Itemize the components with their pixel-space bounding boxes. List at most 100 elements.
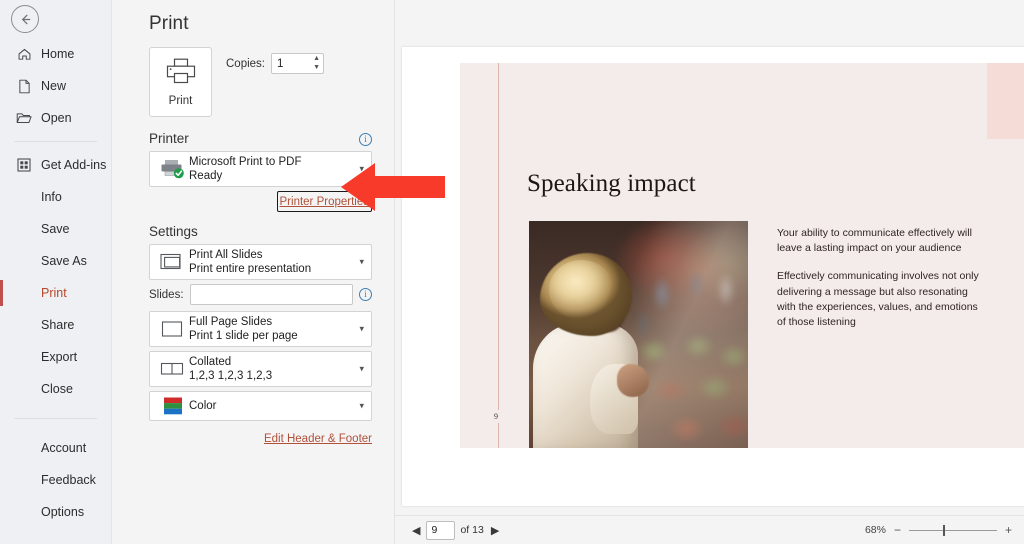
photo-composite [529,221,748,448]
sidebar-item-home[interactable]: Home [0,38,111,70]
print-settings-pane: Print Print Copies: ▲ [112,0,394,544]
slides-input[interactable] [190,285,352,305]
edit-header-footer-link[interactable]: Edit Header & Footer [264,433,372,445]
page-layout-text: Full Page Slides Print 1 slide per page [189,316,298,342]
next-page-icon[interactable]: ▶ [488,524,502,537]
page-count-label: of 13 [460,524,484,536]
preview-status-bar: ◀ of 13 ▶ 68% − + [395,515,1024,544]
sidebar-item-close[interactable]: Close [0,373,111,405]
print-range-text: Print All Slides Print entire presentati… [189,249,311,275]
printer-properties-focus-box: Printer Properties [276,191,372,212]
printer-heading-text: Printer [149,131,189,146]
sidebar-item-open[interactable]: Open [0,102,111,134]
all-slides-icon [157,252,189,273]
sidebar-divider-2 [14,418,97,419]
sidebar-item-options[interactable]: Options [0,496,111,528]
printer-select[interactable]: Microsoft Print to PDF Ready ▾ [149,151,372,187]
full-page-icon [157,319,189,340]
slide-paragraph: Effectively communicating involves not o… [777,270,979,329]
copies-spinner-arrows[interactable]: ▲ ▼ [313,55,320,72]
slide-vertical-rule [498,63,499,448]
print-range-primary: Print All Slides [189,249,263,261]
preview-page: 9 Speaking impact Your ability to commun… [402,47,1024,506]
spinner-down-icon[interactable]: ▼ [313,64,320,72]
collation-secondary: 1,2,3 1,2,3 1,2,3 [189,370,273,382]
chevron-down-icon[interactable]: ▾ [359,401,364,412]
printer-status: Ready [189,170,223,182]
sidebar-item-save[interactable]: Save [0,213,111,245]
previous-page-icon[interactable]: ◀ [409,524,423,537]
printer-name: Microsoft Print to PDF [189,156,302,168]
settings-heading-text: Settings [149,224,198,239]
sidebar-item-label: Share [41,318,75,332]
sidebar-item-label: Options [41,505,85,519]
zoom-level-label: 68% [864,524,886,536]
page-layout-select[interactable]: Full Page Slides Print 1 slide per page … [149,311,372,347]
sidebar-nav-top: Home New Open Get Add-ins Info Save Save… [0,0,111,528]
sidebar-item-print[interactable]: Print [0,277,111,309]
sidebar-item-save-as[interactable]: Save As [0,245,111,277]
printer-properties-link[interactable]: Printer Properties [280,196,369,208]
folder-icon [16,110,32,126]
slide-title: Speaking impact [527,170,696,197]
zoom-control: 68% − + [865,524,1012,536]
backstage-sidebar: Home New Open Get Add-ins Info Save Save… [0,0,112,544]
slides-range-row: Slides: i [149,284,372,305]
header-footer-row: Edit Header & Footer [149,429,372,447]
chevron-down-icon[interactable]: ▾ [359,257,364,268]
back-arrow-icon[interactable] [11,5,39,33]
color-mode-select[interactable]: Color ▾ [149,391,372,421]
sidebar-item-label: Feedback [41,473,96,487]
sidebar-item-account[interactable]: Account [0,432,111,464]
collation-select[interactable]: Collated 1,2,3 1,2,3 1,2,3 ▾ [149,351,372,387]
page-title: Print [149,13,189,34]
copies-control: Copies: ▲ ▼ [226,47,324,74]
addins-icon [16,157,32,173]
print-button[interactable]: Print [149,47,212,117]
chevron-down-icon[interactable]: ▾ [359,164,364,175]
print-range-secondary: Print entire presentation [189,263,312,275]
sidebar-item-feedback[interactable]: Feedback [0,464,111,496]
sidebar-item-new[interactable]: New [0,70,111,102]
sidebar-item-label: Print [41,286,67,300]
chevron-down-icon[interactable]: ▾ [359,364,364,375]
slide-accent-block [987,63,1024,139]
printer-ready-icon [157,159,189,179]
printer-section-heading: Printer i [149,131,372,146]
current-page-input[interactable] [427,524,455,536]
sidebar-item-label: Save As [41,254,87,268]
printer-properties-row: Printer Properties [149,191,372,212]
sidebar-item-export[interactable]: Export [0,341,111,373]
info-icon[interactable]: i [359,133,372,146]
sidebar-item-label: Info [41,190,62,204]
copies-stepper[interactable]: ▲ ▼ [271,53,324,74]
color-swatch-icon [157,396,189,416]
home-icon [16,46,32,62]
sidebar-item-info[interactable]: Info [0,181,111,213]
sidebar-item-label: Account [41,441,87,455]
zoom-slider-thumb[interactable] [942,524,945,536]
print-range-select[interactable]: Print All Slides Print entire presentati… [149,244,372,280]
zoom-out-icon[interactable]: − [894,524,901,536]
current-page-input-wrap[interactable] [426,520,456,540]
zoom-slider[interactable] [908,524,997,536]
settings-section-heading: Settings [149,224,372,239]
sidebar-item-label: Close [41,382,73,396]
color-mode-primary: Color [189,400,217,412]
new-doc-icon [16,78,32,94]
chevron-down-icon[interactable]: ▾ [359,324,364,335]
spinner-up-icon[interactable]: ▲ [313,55,320,63]
powerpoint-print-backstage: Home New Open Get Add-ins Info Save Save… [0,0,1024,544]
printer-icon [166,58,196,89]
woman-speaking-to-audience-photo [529,221,748,448]
sidebar-item-label: New [41,79,67,93]
zoom-in-icon[interactable]: + [1005,524,1012,536]
copies-input[interactable] [272,57,310,70]
sidebar-item-share[interactable]: Share [0,309,111,341]
photo-speaker-hand [616,364,650,397]
info-icon[interactable]: i [359,288,372,301]
sidebar-item-get-add-ins[interactable]: Get Add-ins [0,149,111,181]
slide-body-text: Your ability to communicate effectively … [777,226,989,330]
slides-input-wrap[interactable] [189,284,353,305]
page-layout-secondary: Print 1 slide per page [189,330,298,342]
